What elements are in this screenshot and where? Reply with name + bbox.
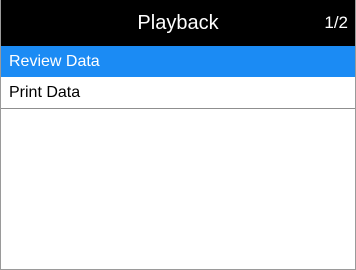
playback-screen: Playback 1/2 Review Data Print Data bbox=[0, 0, 356, 270]
title-bar: Playback 1/2 bbox=[1, 0, 355, 46]
page-indicator: 1/2 bbox=[324, 13, 348, 32]
menu-item-print-data[interactable]: Print Data bbox=[1, 77, 355, 109]
menu-item-label: Review Data bbox=[9, 53, 100, 70]
menu-item-review-data[interactable]: Review Data bbox=[1, 46, 355, 77]
playback-menu: Review Data Print Data bbox=[1, 46, 355, 109]
menu-item-label: Print Data bbox=[9, 84, 81, 101]
screen-title: Playback bbox=[137, 12, 219, 34]
